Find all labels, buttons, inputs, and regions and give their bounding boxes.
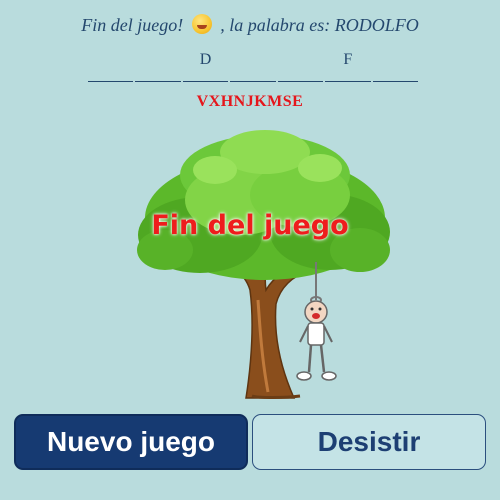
letter-slot: [135, 50, 181, 82]
status-suffix: , la palabra es: RODOLFO: [220, 15, 419, 35]
hanged-figure: [296, 262, 337, 381]
wrong-letters: VXHNJKMSE: [196, 93, 304, 110]
letter-slot: F: [325, 50, 371, 82]
letter-slot: D: [182, 50, 229, 82]
tree-illustration: [137, 130, 390, 399]
game-status-message: Fin del juego! , la palabra es: RODOLFO: [0, 14, 500, 36]
letter-slot: [277, 50, 324, 82]
letter-slot: [372, 50, 418, 82]
game-over-overlay: Fin del juego: [151, 210, 349, 241]
status-prefix: Fin del juego!: [81, 15, 184, 35]
letter-slot: [88, 50, 134, 82]
new-game-button[interactable]: Nuevo juego: [14, 414, 248, 470]
letter-slot: [230, 50, 276, 82]
word-slots: D F: [88, 50, 418, 82]
hangman-scene: [137, 130, 390, 399]
rofl-face-icon: [191, 14, 212, 34]
give-up-button[interactable]: Desistir: [252, 414, 486, 470]
